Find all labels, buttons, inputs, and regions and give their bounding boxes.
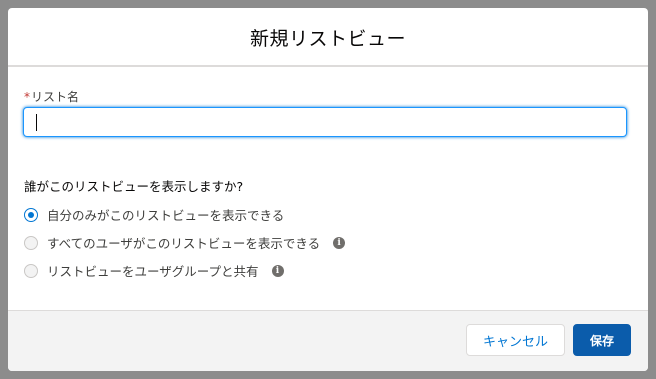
radio-option-label: 自分のみがこのリストビューを表示できる: [47, 208, 285, 223]
radio-option-all-users[interactable]: すべてのユーザがこのリストビューを表示できる i: [24, 233, 346, 252]
list-name-input[interactable]: [23, 107, 627, 137]
list-name-label-text: リスト名: [31, 90, 80, 104]
modal-body: *リスト名 誰がこのリストビューを表示しますか? 自分のみがこのリストビューを表…: [8, 67, 648, 311]
radio-option-only-me[interactable]: 自分のみがこのリストビューを表示できる: [24, 205, 284, 224]
cancel-button[interactable]: キャンセル: [466, 324, 565, 356]
radio-button-checked[interactable]: [24, 207, 38, 222]
radio-option-label: すべてのユーザがこのリストビューを表示できる: [47, 236, 321, 251]
modal-title: 新規リストビュー: [249, 28, 406, 50]
text-caret: [36, 114, 37, 131]
save-button[interactable]: 保存: [573, 324, 631, 356]
radio-button[interactable]: [24, 263, 38, 278]
info-icon[interactable]: i: [333, 236, 346, 249]
visibility-question: 誰がこのリストビューを表示しますか?: [24, 179, 244, 194]
modal-header: 新規リストビュー: [8, 8, 648, 67]
radio-option-label: リストビューをユーザグループと共有: [47, 264, 259, 279]
radio-button[interactable]: [24, 235, 38, 250]
modal-footer: キャンセル 保存: [8, 310, 648, 371]
new-list-view-dialog: 新規リストビュー *リスト名 誰がこのリストビューを表示しますか? 自分のみがこ…: [8, 8, 648, 371]
info-icon[interactable]: i: [271, 264, 284, 277]
required-marker: *: [24, 90, 30, 104]
radio-option-share-group[interactable]: リストビューをユーザグループと共有 i: [24, 261, 284, 280]
list-name-label: *リスト名: [24, 88, 79, 105]
